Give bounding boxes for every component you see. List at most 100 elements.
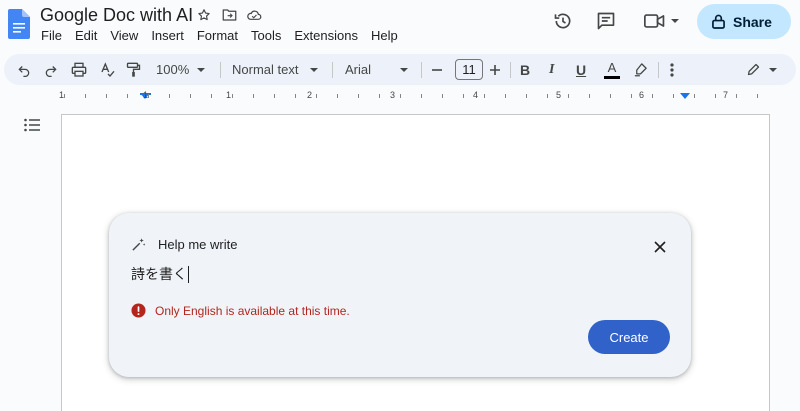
font-select[interactable]: Arial [345, 54, 409, 85]
ruler-tick [253, 94, 254, 98]
ruler-tick [505, 94, 506, 98]
ruler-tick [211, 94, 212, 98]
right-indent-marker[interactable] [680, 93, 690, 99]
magic-pen-icon [132, 238, 146, 251]
ruler-number: 2 [307, 90, 313, 100]
ruler-number: 5 [556, 90, 562, 100]
video-call-icon[interactable] [642, 10, 680, 32]
ruler-tick [400, 94, 401, 98]
zoom-value: 100% [156, 62, 190, 77]
ruler-tick [757, 94, 758, 98]
highlighter-icon[interactable] [633, 54, 648, 85]
ruler-tick [589, 94, 590, 98]
comment-icon[interactable] [595, 10, 617, 32]
more-vert-icon[interactable] [670, 54, 674, 85]
print-icon[interactable] [71, 54, 87, 85]
ruler-tick [379, 94, 380, 98]
ruler-tick [631, 94, 632, 98]
minus-icon[interactable] [431, 54, 443, 85]
toolbar: 100% Normal text Arial 11 B I U A [4, 54, 796, 85]
ruler-number: 3 [390, 90, 396, 100]
undo-icon[interactable] [17, 54, 31, 85]
ruler[interactable]: 1 1 1 2 3 4 5 6 7 [0, 88, 800, 108]
bold-button[interactable]: B [520, 54, 530, 85]
toolbar-divider [421, 62, 422, 78]
ruler-tick [610, 94, 611, 98]
doc-title[interactable]: Google Doc with AI [40, 4, 193, 26]
text-color-label: A [607, 59, 617, 75]
ruler-tick [295, 94, 296, 98]
redo-icon[interactable] [44, 54, 58, 85]
toolbar-divider [658, 62, 659, 78]
prompt-text: 詩を書く [131, 267, 187, 283]
ruler-tick [463, 94, 464, 98]
ruler-tick [337, 94, 338, 98]
editing-mode-select[interactable] [746, 54, 777, 85]
cloud-status-icon[interactable] [246, 7, 262, 23]
ruler-tick [484, 94, 485, 98]
ruler-tick [694, 94, 695, 98]
menu-tools[interactable]: Tools [251, 27, 281, 45]
close-icon[interactable] [653, 240, 667, 254]
star-icon[interactable] [196, 7, 212, 23]
ruler-number: 6 [639, 90, 645, 100]
ruler-tick [127, 94, 128, 98]
menu-help[interactable]: Help [371, 27, 398, 45]
ruler-tick [673, 94, 674, 98]
ruler-tick [232, 94, 233, 98]
text-cursor [188, 265, 189, 283]
paint-format-icon[interactable] [126, 54, 141, 85]
ruler-tick [148, 94, 149, 98]
ruler-number: 7 [723, 90, 729, 100]
outline-list-icon[interactable] [24, 118, 40, 137]
ruler-tick [358, 94, 359, 98]
menu-insert[interactable]: Insert [151, 27, 184, 45]
help-me-write-panel: Help me write 詩を書く Only English is avail… [109, 213, 691, 377]
ruler-tick [568, 94, 569, 98]
error-text: Only English is available at this time. [155, 303, 350, 318]
ruler-tick [715, 94, 716, 98]
ruler-tick [547, 94, 548, 98]
docs-logo-icon[interactable] [8, 9, 30, 39]
help-me-write-title: Help me write [158, 237, 238, 252]
share-button[interactable]: Share [697, 4, 791, 39]
menu-extensions[interactable]: Extensions [294, 27, 358, 45]
toolbar-divider [332, 62, 333, 78]
underline-button[interactable]: U [576, 54, 586, 85]
spellcheck-icon[interactable] [100, 54, 116, 85]
menu-view[interactable]: View [110, 27, 138, 45]
ruler-tick [190, 94, 191, 98]
ruler-tick [442, 94, 443, 98]
plus-icon[interactable] [489, 54, 501, 85]
style-value: Normal text [232, 62, 299, 77]
share-label: Share [733, 13, 772, 30]
font-size-input[interactable]: 11 [455, 59, 483, 80]
ruler-tick [526, 94, 527, 98]
menu-format[interactable]: Format [197, 27, 238, 45]
zoom-select[interactable]: 100% [156, 54, 206, 85]
menu-edit[interactable]: Edit [75, 27, 97, 45]
error-message: Only English is available at this time. [131, 303, 350, 318]
create-button[interactable]: Create [588, 320, 670, 354]
toolbar-divider [220, 62, 221, 78]
style-select[interactable]: Normal text [232, 54, 319, 85]
ruler-tick [169, 94, 170, 98]
ruler-tick [316, 94, 317, 98]
lock-icon [712, 14, 725, 29]
ruler-number: 1 [226, 90, 232, 100]
ruler-tick [652, 94, 653, 98]
history-icon[interactable] [552, 10, 574, 32]
prompt-input[interactable]: 詩を書く [131, 264, 189, 284]
ruler-tick [421, 94, 422, 98]
ruler-tick [85, 94, 86, 98]
menubar: File Edit View Insert Format Tools Exten… [41, 27, 411, 45]
font-value: Arial [345, 62, 372, 77]
header: Google Doc with AI File Edit View Insert… [0, 0, 800, 52]
text-color-button[interactable]: A [604, 54, 620, 85]
ruler-tick [736, 94, 737, 98]
menu-file[interactable]: File [41, 27, 62, 45]
move-folder-icon[interactable] [221, 7, 237, 23]
toolbar-divider [510, 62, 511, 78]
text-color-swatch [604, 75, 620, 79]
italic-button[interactable]: I [549, 54, 554, 85]
